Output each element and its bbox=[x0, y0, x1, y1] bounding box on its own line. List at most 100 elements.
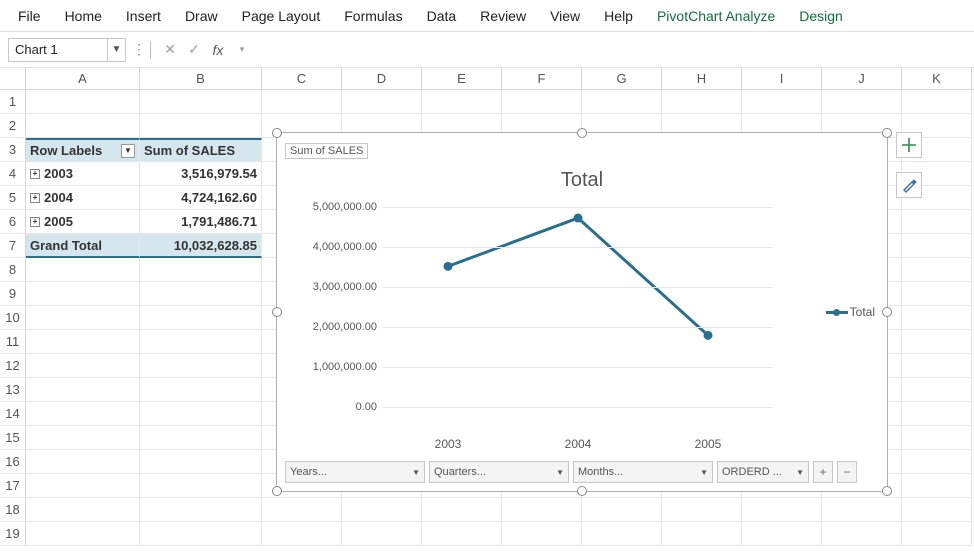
column-header[interactable]: B bbox=[140, 68, 262, 89]
chart-filter-button[interactable]: ORDERD ...▼ bbox=[717, 461, 809, 483]
cell[interactable] bbox=[822, 90, 902, 114]
ribbon-tab-formulas[interactable]: Formulas bbox=[334, 4, 412, 28]
cell[interactable] bbox=[140, 258, 262, 282]
column-header[interactable]: K bbox=[902, 68, 972, 89]
cell[interactable] bbox=[140, 522, 262, 546]
cell[interactable] bbox=[502, 522, 582, 546]
chevron-down-icon[interactable]: ▾ bbox=[233, 44, 251, 55]
cell[interactable] bbox=[902, 426, 972, 450]
cell[interactable] bbox=[502, 90, 582, 114]
cell[interactable] bbox=[26, 354, 140, 378]
cell[interactable] bbox=[26, 402, 140, 426]
pivot-chart[interactable]: Sum of SALES Total 0.001,000,000.002,000… bbox=[276, 132, 888, 492]
row-header[interactable]: 3 bbox=[0, 138, 26, 162]
chevron-down-icon[interactable]: ▼ bbox=[107, 39, 125, 61]
cell[interactable] bbox=[422, 90, 502, 114]
row-header[interactable]: 9 bbox=[0, 282, 26, 306]
ribbon-tab-insert[interactable]: Insert bbox=[116, 4, 171, 28]
cell[interactable] bbox=[26, 378, 140, 402]
row-header[interactable]: 2 bbox=[0, 114, 26, 138]
ribbon-tab-pivotchart-analyze[interactable]: PivotChart Analyze bbox=[647, 4, 785, 28]
cell[interactable] bbox=[902, 402, 972, 426]
cell[interactable] bbox=[26, 282, 140, 306]
resize-handle[interactable] bbox=[272, 486, 282, 496]
cell[interactable] bbox=[902, 522, 972, 546]
cell[interactable] bbox=[582, 522, 662, 546]
cell[interactable] bbox=[422, 498, 502, 522]
column-header[interactable]: H bbox=[662, 68, 742, 89]
column-header[interactable]: G bbox=[582, 68, 662, 89]
row-header[interactable]: 14 bbox=[0, 402, 26, 426]
cell[interactable] bbox=[26, 306, 140, 330]
cell[interactable]: 4,724,162.60 bbox=[140, 186, 262, 210]
row-header[interactable]: 10 bbox=[0, 306, 26, 330]
cell[interactable] bbox=[902, 234, 972, 258]
cell[interactable] bbox=[342, 498, 422, 522]
cell[interactable] bbox=[140, 282, 262, 306]
cell[interactable] bbox=[902, 90, 972, 114]
cell[interactable]: 1,791,486.71 bbox=[140, 210, 262, 234]
chart-title[interactable]: Total bbox=[277, 169, 887, 192]
column-header[interactable]: E bbox=[422, 68, 502, 89]
row-header[interactable]: 5 bbox=[0, 186, 26, 210]
cell[interactable] bbox=[140, 90, 262, 114]
name-box[interactable]: Chart 1 ▼ bbox=[8, 38, 126, 62]
cell[interactable] bbox=[342, 90, 422, 114]
cell[interactable] bbox=[26, 426, 140, 450]
column-header[interactable]: F bbox=[502, 68, 582, 89]
cell[interactable] bbox=[26, 90, 140, 114]
resize-handle[interactable] bbox=[577, 486, 587, 496]
legend[interactable]: Total bbox=[826, 305, 875, 319]
formula-input[interactable] bbox=[257, 38, 966, 62]
cell[interactable] bbox=[902, 450, 972, 474]
cell[interactable] bbox=[140, 450, 262, 474]
cell[interactable] bbox=[140, 474, 262, 498]
cell[interactable] bbox=[822, 522, 902, 546]
cell[interactable] bbox=[262, 522, 342, 546]
ribbon-tab-file[interactable]: File bbox=[8, 4, 51, 28]
column-header[interactable]: D bbox=[342, 68, 422, 89]
resize-handle[interactable] bbox=[577, 128, 587, 138]
expand-field-button[interactable]: + bbox=[813, 461, 833, 483]
chart-elements-button[interactable] bbox=[896, 132, 922, 158]
column-header[interactable]: J bbox=[822, 68, 902, 89]
cell[interactable] bbox=[26, 522, 140, 546]
cell[interactable] bbox=[140, 330, 262, 354]
cell[interactable] bbox=[902, 378, 972, 402]
cell[interactable] bbox=[140, 402, 262, 426]
cell[interactable] bbox=[262, 498, 342, 522]
row-header[interactable]: 15 bbox=[0, 426, 26, 450]
collapse-field-button[interactable]: − bbox=[837, 461, 857, 483]
cell[interactable] bbox=[902, 354, 972, 378]
cell[interactable] bbox=[902, 330, 972, 354]
row-header[interactable]: 19 bbox=[0, 522, 26, 546]
fx-icon[interactable]: fx bbox=[209, 42, 227, 58]
select-all-corner[interactable] bbox=[0, 68, 26, 90]
ribbon-tab-design[interactable]: Design bbox=[789, 4, 853, 28]
cell[interactable] bbox=[342, 522, 422, 546]
cell[interactable] bbox=[140, 378, 262, 402]
cell[interactable] bbox=[502, 498, 582, 522]
row-header[interactable]: 8 bbox=[0, 258, 26, 282]
row-header[interactable]: 6 bbox=[0, 210, 26, 234]
cell[interactable] bbox=[662, 498, 742, 522]
cell[interactable] bbox=[26, 114, 140, 138]
column-header[interactable]: A bbox=[26, 68, 140, 89]
ribbon-tab-draw[interactable]: Draw bbox=[175, 4, 228, 28]
cell[interactable]: Row Labels▼ bbox=[26, 138, 140, 162]
cell[interactable]: Grand Total bbox=[26, 234, 140, 258]
cell[interactable] bbox=[262, 90, 342, 114]
cell[interactable] bbox=[140, 114, 262, 138]
ribbon-tab-home[interactable]: Home bbox=[55, 4, 112, 28]
cell[interactable] bbox=[902, 258, 972, 282]
cancel-formula-icon[interactable]: ✕ bbox=[161, 41, 179, 58]
row-header[interactable]: 1 bbox=[0, 90, 26, 114]
chart-filter-button[interactable]: Months...▼ bbox=[573, 461, 713, 483]
cell[interactable] bbox=[902, 498, 972, 522]
cell[interactable]: +2003 bbox=[26, 162, 140, 186]
chart-field-tag[interactable]: Sum of SALES bbox=[285, 143, 368, 159]
cell[interactable] bbox=[742, 498, 822, 522]
cell[interactable] bbox=[742, 90, 822, 114]
cell[interactable] bbox=[742, 522, 822, 546]
chart-styles-button[interactable] bbox=[896, 172, 922, 198]
